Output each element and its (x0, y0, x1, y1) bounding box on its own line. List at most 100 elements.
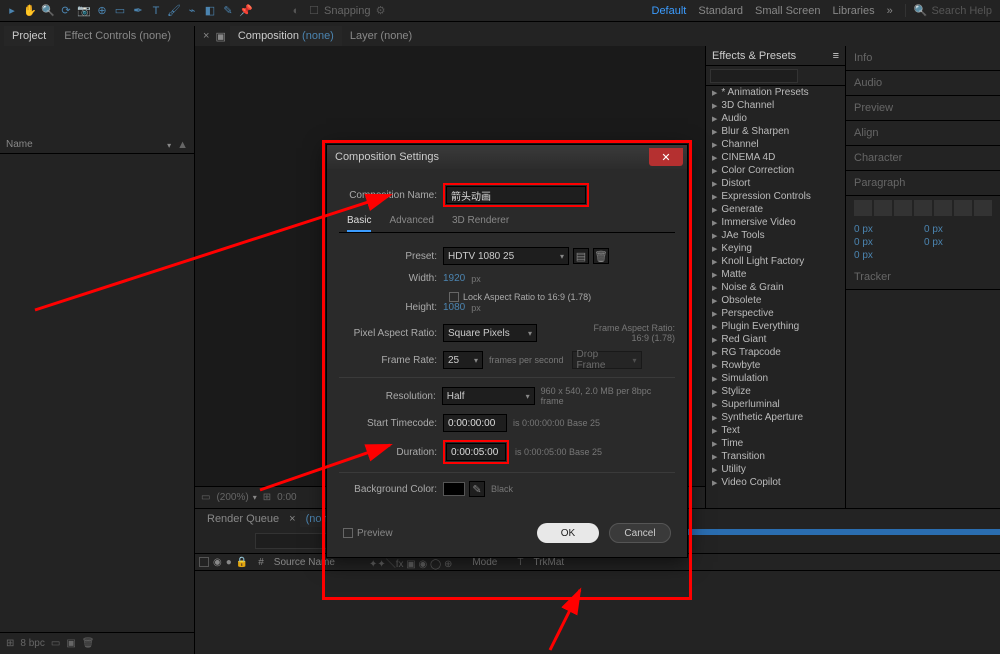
para-justify-center-icon[interactable] (934, 200, 952, 216)
effects-category-item[interactable]: RG Trapcode (706, 346, 845, 359)
viewer-zoom-icon[interactable]: ▭ (201, 492, 210, 503)
effects-category-item[interactable]: Plugin Everything (706, 320, 845, 333)
camera-tool-icon[interactable]: 📷 (76, 3, 92, 19)
eyedropper-icon[interactable]: ✎ (469, 481, 485, 497)
effects-category-item[interactable]: Matte (706, 268, 845, 281)
timeline-col-trkmat[interactable]: TrkMat (533, 557, 564, 568)
project-col-name[interactable]: Name (6, 139, 163, 150)
effects-category-item[interactable]: JAe Tools (706, 229, 845, 242)
puppet-tool-icon[interactable]: 📌 (238, 3, 254, 19)
project-interpret-icon[interactable]: ⊞ (6, 638, 14, 649)
preview-checkbox[interactable] (343, 528, 353, 538)
tab-effect-controls[interactable]: Effect Controls (none) (56, 26, 179, 46)
anchor-tool-icon[interactable]: ⊕ (94, 3, 110, 19)
start-timecode-input[interactable] (443, 414, 507, 432)
dialog-tab-basic[interactable]: Basic (347, 215, 371, 232)
selection-tool-icon[interactable]: ▸ (4, 3, 20, 19)
effects-category-item[interactable]: Noise & Grain (706, 281, 845, 294)
brush-tool-icon[interactable]: 🖌 (166, 3, 182, 19)
effects-category-item[interactable]: Perspective (706, 307, 845, 320)
snapping-toggle-icon[interactable]: ☐ (306, 3, 322, 19)
tab-composition[interactable]: Composition (none) (230, 26, 342, 46)
viewer-res-icon[interactable]: ⊞ (263, 492, 271, 503)
comp-name-input[interactable] (446, 186, 586, 204)
panel-audio[interactable]: Audio (846, 71, 1000, 96)
duration-input[interactable] (446, 443, 506, 461)
viewer-time[interactable]: 0:00 (277, 492, 296, 503)
effects-category-item[interactable]: Obsolete (706, 294, 845, 307)
clone-tool-icon[interactable]: ⌁ (184, 3, 200, 19)
hand-tool-icon[interactable]: ✋ (22, 3, 38, 19)
mask-mode-icon[interactable]: ◐ (288, 3, 304, 19)
type-tool-icon[interactable]: T (148, 3, 164, 19)
panel-info[interactable]: Info (846, 46, 1000, 71)
para-indent-right[interactable]: 0 px (924, 224, 992, 235)
pen-tool-icon[interactable]: ✒ (130, 3, 146, 19)
para-space-after[interactable]: 0 px (854, 250, 922, 261)
effects-category-item[interactable]: Simulation (706, 372, 845, 385)
zoom-tool-icon[interactable]: 🔍 (40, 3, 56, 19)
workspace-default[interactable]: Default (652, 5, 687, 17)
width-value[interactable]: 1920 (443, 273, 465, 284)
close-icon[interactable]: × (203, 30, 209, 42)
project-col-label-icon[interactable]: ▲ (177, 139, 188, 151)
effects-category-item[interactable]: Keying (706, 242, 845, 255)
timeline-col-source-name[interactable]: Source Name (274, 557, 335, 568)
resolution-select[interactable]: Half (442, 387, 535, 405)
workspace-more-icon[interactable]: » (887, 5, 893, 17)
project-trash-icon[interactable]: 🗑 (82, 638, 95, 649)
project-bpc-toggle[interactable]: 8 bpc (20, 638, 44, 649)
para-space-before[interactable]: 0 px (924, 237, 992, 248)
snap-opts-icon[interactable]: ⚙ (373, 3, 389, 19)
para-align-right-icon[interactable] (894, 200, 912, 216)
panel-align[interactable]: Align (846, 121, 1000, 146)
panel-tracker[interactable]: Tracker (846, 265, 1000, 290)
snapping-label[interactable]: Snapping (324, 3, 371, 19)
effects-category-item[interactable]: Generate (706, 203, 845, 216)
rotate-tool-icon[interactable]: ⟳ (58, 3, 74, 19)
timeline-col-eye-icon[interactable] (199, 557, 209, 567)
effects-category-item[interactable]: Color Correction (706, 164, 845, 177)
roto-tool-icon[interactable]: ✎ (220, 3, 236, 19)
effects-category-item[interactable]: Text (706, 424, 845, 437)
tab-project[interactable]: Project (4, 26, 54, 46)
effects-category-item[interactable]: CINEMA 4D (706, 151, 845, 164)
effects-category-item[interactable]: Video Copilot (706, 476, 845, 489)
par-select[interactable]: Square Pixels (443, 324, 537, 342)
panel-preview[interactable]: Preview (846, 96, 1000, 121)
dialog-tab-3d-renderer[interactable]: 3D Renderer (452, 215, 509, 232)
panel-menu-icon[interactable]: ≡ (833, 50, 839, 62)
effects-category-item[interactable]: 3D Channel (706, 99, 845, 112)
timeline-col-mode[interactable]: Mode (472, 557, 497, 568)
preset-delete-icon[interactable]: 🗑 (593, 248, 609, 264)
para-align-center-icon[interactable] (874, 200, 892, 216)
effects-category-item[interactable]: Synthetic Aperture (706, 411, 845, 424)
para-indent-left[interactable]: 0 px (854, 224, 922, 235)
para-align-left-icon[interactable] (854, 200, 872, 216)
dialog-tab-advanced[interactable]: Advanced (389, 215, 433, 232)
shape-tool-icon[interactable]: ▭ (112, 3, 128, 19)
para-justify-right-icon[interactable] (954, 200, 972, 216)
effects-category-item[interactable]: * Animation Presets (706, 86, 845, 99)
height-value[interactable]: 1080 (443, 302, 465, 313)
effects-category-item[interactable]: Knoll Light Factory (706, 255, 845, 268)
para-justify-all-icon[interactable] (974, 200, 992, 216)
help-search[interactable]: 🔍 Search Help (905, 4, 992, 17)
preset-select[interactable]: HDTV 1080 25 (443, 247, 569, 265)
framerate-select[interactable]: 25 (443, 351, 483, 369)
effects-category-item[interactable]: Channel (706, 138, 845, 151)
lock-aspect-checkbox[interactable] (449, 292, 459, 302)
panel-paragraph[interactable]: Paragraph (846, 171, 1000, 196)
project-new-folder-icon[interactable]: ▭ (51, 638, 60, 649)
effects-category-item[interactable]: Immersive Video (706, 216, 845, 229)
effects-category-item[interactable]: Red Giant (706, 333, 845, 346)
effects-category-item[interactable]: Audio (706, 112, 845, 125)
bgcolor-swatch[interactable] (443, 482, 465, 496)
workspace-small-screen[interactable]: Small Screen (755, 5, 820, 17)
comp-viewer-lock-icon[interactable]: ▣ (215, 30, 225, 43)
effects-category-item[interactable]: Transition (706, 450, 845, 463)
tab-layer[interactable]: Layer (none) (342, 26, 420, 46)
panel-character[interactable]: Character (846, 146, 1000, 171)
tab-render-queue[interactable]: Render Queue (201, 511, 285, 527)
dialog-close-icon[interactable]: ✕ (649, 148, 683, 166)
